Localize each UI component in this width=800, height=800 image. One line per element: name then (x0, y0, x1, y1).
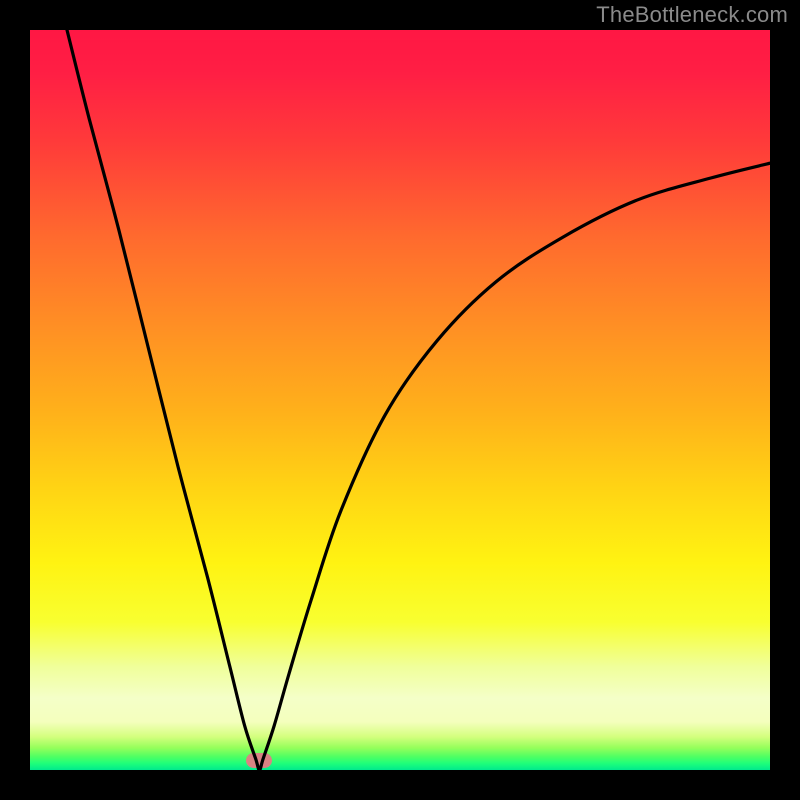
attribution-label: TheBottleneck.com (596, 2, 788, 28)
bottleneck-curve (30, 30, 770, 770)
curve-path (67, 30, 770, 770)
plot-area (30, 30, 770, 770)
chart-stage: TheBottleneck.com (0, 0, 800, 800)
